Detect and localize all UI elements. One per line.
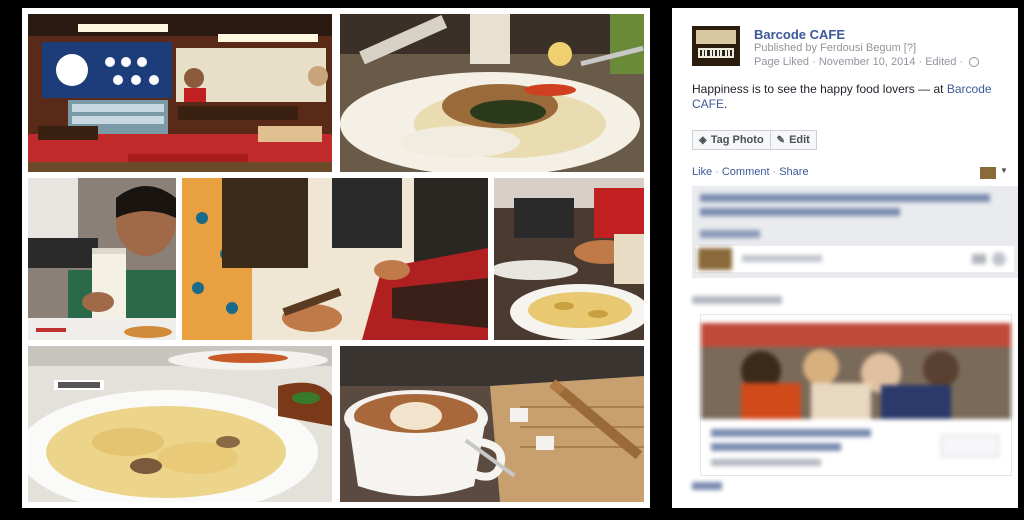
suggested-group-card[interactable] — [700, 314, 1012, 476]
post-meta: Published by Ferdousi Begum [?] Page Lik… — [754, 41, 980, 69]
published-by: Published by Ferdousi Begum [?] — [754, 42, 917, 54]
caret-down-icon[interactable]: ▼ — [1000, 166, 1008, 175]
page-avatar[interactable] — [692, 26, 740, 66]
tag-icon: ◈ — [699, 135, 707, 146]
photo-tile-cafe-interior[interactable] — [28, 14, 332, 172]
globe-icon[interactable] — [969, 57, 980, 68]
photo-tile-grilled-chicken[interactable] — [340, 14, 644, 172]
page-name-link[interactable]: Barcode CAFE — [754, 27, 845, 42]
suggested-groups-heading — [692, 296, 782, 304]
edit-label: Edit — [789, 134, 810, 146]
photo-tile-pasta-diner[interactable] — [494, 178, 644, 340]
photo-tile-pasta-plate[interactable] — [28, 346, 332, 502]
meta-line: Page Liked · November 10, 2014 · Edited … — [754, 56, 964, 68]
edit-button[interactable]: ✎ Edit — [769, 130, 817, 150]
share-link[interactable]: Share — [779, 166, 808, 178]
caption-text: Happiness is to see the happy food lover… — [692, 82, 915, 96]
post-caption: Happiness is to see the happy food lover… — [692, 82, 1002, 112]
like-link[interactable]: Like — [692, 166, 712, 178]
pencil-icon: ✎ — [776, 135, 786, 146]
join-group-button[interactable] — [941, 435, 999, 457]
comment-link[interactable]: Comment — [722, 166, 770, 178]
caption-at: — at — [914, 82, 944, 96]
caption-end: . — [724, 97, 728, 111]
photo-tile-cappuccino[interactable] — [340, 346, 644, 502]
tag-photo-label: Tag Photo — [710, 134, 764, 146]
viewer-avatar[interactable] — [980, 167, 996, 179]
photo-tile-boy-milkshake[interactable] — [28, 178, 176, 340]
photo-stage[interactable] — [22, 8, 650, 508]
photo-tile-hands-table[interactable] — [182, 178, 488, 340]
post-panel: Barcode CAFE Published by Ferdousi Begum… — [672, 8, 1018, 508]
photo-toolbar: ◈ Tag Photo ✎ Edit — [692, 130, 817, 150]
post-actions: Like · Comment · Share — [692, 166, 809, 178]
likes-comments-box — [692, 186, 1018, 278]
comment-box[interactable] — [696, 246, 1014, 272]
see-all-link[interactable] — [692, 482, 722, 490]
tag-photo-button[interactable]: ◈ Tag Photo — [692, 130, 771, 150]
